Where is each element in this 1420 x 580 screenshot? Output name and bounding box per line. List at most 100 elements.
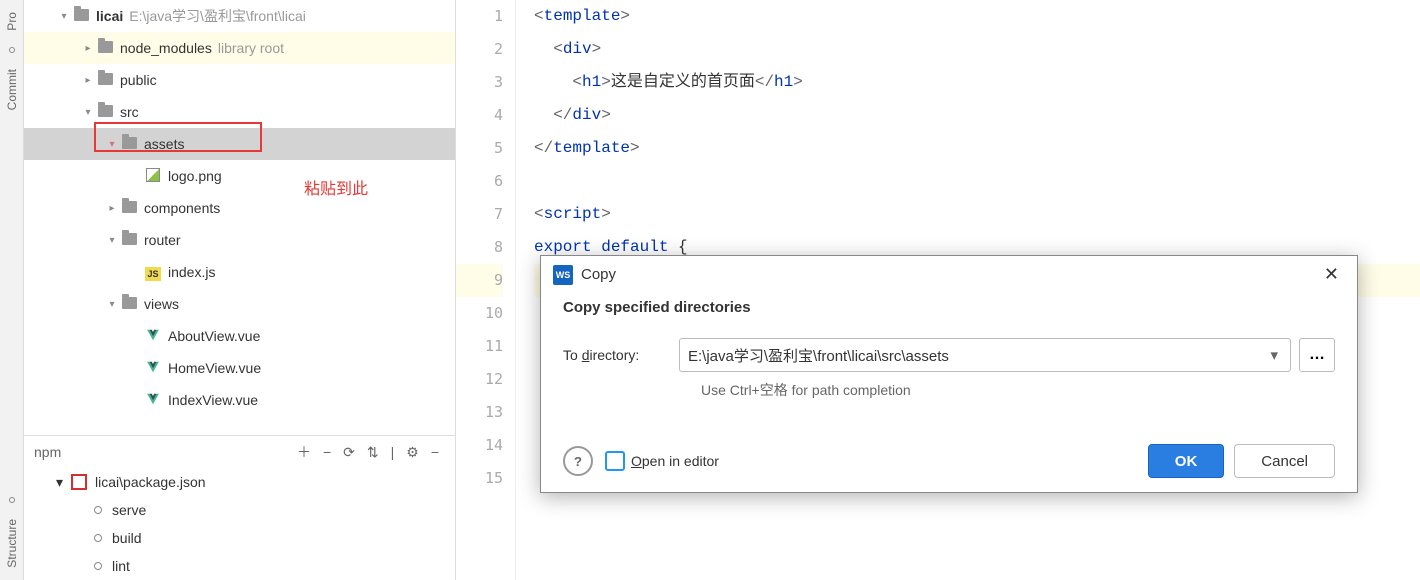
- dialog-titlebar: WS Copy ✕: [541, 256, 1357, 293]
- tree-label: public: [120, 72, 157, 88]
- to-directory-label: To directory:: [563, 347, 679, 363]
- directory-path-input[interactable]: E:\java学习\盈利宝\front\licai\src\assets ▾: [679, 338, 1291, 372]
- tree-views[interactable]: ▾ views: [24, 288, 455, 320]
- side-tool-rail: Pro Commit Structure: [0, 0, 24, 580]
- tree-index-js[interactable]: JS index.js: [24, 256, 455, 288]
- folder-icon: [98, 41, 113, 53]
- code-line: </div>: [534, 99, 1420, 132]
- separator: |: [391, 444, 395, 460]
- code-line: <template>: [534, 0, 1420, 33]
- path-value: E:\java学习\盈利宝\front\licai\src\assets: [688, 345, 949, 366]
- script-dot-icon: [94, 506, 102, 514]
- line-number: 5: [456, 132, 503, 165]
- vue-file-icon: [146, 392, 160, 406]
- tree-label: index.js: [168, 264, 215, 280]
- tree-root-licai[interactable]: ▾ licai E:\java学习\盈利宝\front\licai: [24, 0, 455, 32]
- tree-hint: library root: [218, 40, 284, 56]
- tree-label: logo.png: [168, 168, 222, 184]
- line-number: 15: [456, 462, 503, 495]
- tree-assets[interactable]: ▾ assets: [24, 128, 455, 160]
- line-number: 14: [456, 429, 503, 462]
- tree-index-view[interactable]: IndexView.vue: [24, 384, 455, 416]
- add-icon[interactable]: ＋: [297, 442, 311, 462]
- dialog-heading: Copy specified directories: [563, 299, 1335, 316]
- line-number: 12: [456, 363, 503, 396]
- line-number: 7: [456, 198, 503, 231]
- code-line: <script>: [534, 198, 1420, 231]
- code-line: <h1>这是自定义的首页面</h1>: [534, 66, 1420, 99]
- line-number: 13: [456, 396, 503, 429]
- chevron-down-icon[interactable]: ▾: [56, 11, 72, 22]
- tree-label: licai: [96, 8, 123, 24]
- collapse-icon[interactable]: −: [431, 444, 439, 460]
- project-tree[interactable]: ▾ licai E:\java学习\盈利宝\front\licai ▸ node…: [24, 0, 455, 435]
- code-line: </template>: [534, 132, 1420, 165]
- tree-logo-png[interactable]: logo.png: [24, 160, 455, 192]
- tree-components[interactable]: ▸ components: [24, 192, 455, 224]
- chevron-down-icon[interactable]: ▾: [56, 474, 63, 491]
- tree-about-view[interactable]: AboutView.vue: [24, 320, 455, 352]
- chevron-down-icon[interactable]: ▾: [104, 139, 120, 150]
- line-number: 4: [456, 99, 503, 132]
- chevron-down-icon[interactable]: ▾: [104, 299, 120, 310]
- npm-file-label: licai\package.json: [95, 474, 206, 490]
- folder-icon: [122, 201, 137, 213]
- folder-icon: [98, 105, 113, 117]
- cancel-button[interactable]: Cancel: [1234, 444, 1335, 478]
- open-in-editor-label[interactable]: Open in editor: [631, 453, 719, 469]
- tree-router[interactable]: ▾ router: [24, 224, 455, 256]
- tree-label: AboutView.vue: [168, 328, 260, 344]
- npm-script-label: build: [112, 530, 142, 546]
- line-number: 6: [456, 165, 503, 198]
- help-button[interactable]: ?: [563, 446, 593, 476]
- open-in-editor-checkbox[interactable]: [605, 451, 625, 471]
- npm-script-lint[interactable]: lint: [24, 552, 455, 580]
- rail-dot-icon: [9, 47, 15, 53]
- npm-script-build[interactable]: build: [24, 524, 455, 552]
- line-number: 11: [456, 330, 503, 363]
- line-number: 8: [456, 231, 503, 264]
- chevron-down-icon[interactable]: ▾: [80, 107, 96, 118]
- chevron-right-icon[interactable]: ▸: [80, 75, 96, 86]
- chevron-right-icon[interactable]: ▸: [104, 203, 120, 214]
- tree-public[interactable]: ▸ public: [24, 64, 455, 96]
- rail-project[interactable]: Pro: [5, 6, 19, 37]
- ok-button[interactable]: OK: [1148, 444, 1225, 478]
- npm-icon: [71, 474, 87, 490]
- line-number: 2: [456, 33, 503, 66]
- line-number: 1: [456, 0, 503, 33]
- filter-icon[interactable]: ⇅: [367, 444, 379, 461]
- tree-node-modules[interactable]: ▸ node_modules library root: [24, 32, 455, 64]
- tree-src[interactable]: ▾ src: [24, 96, 455, 128]
- remove-icon[interactable]: −: [323, 444, 331, 460]
- chevron-down-icon[interactable]: ▾: [104, 235, 120, 246]
- image-file-icon: [146, 168, 160, 182]
- npm-script-label: serve: [112, 502, 146, 518]
- copy-dialog: WS Copy ✕ Copy specified directories To …: [540, 255, 1358, 493]
- tree-label: router: [144, 232, 181, 248]
- refresh-icon[interactable]: ⟳: [343, 444, 355, 461]
- tree-path-hint: E:\java学习\盈利宝\front\licai: [129, 6, 306, 26]
- dialog-title-text: Copy: [581, 266, 616, 283]
- close-icon[interactable]: ✕: [1318, 264, 1345, 285]
- line-number: 3: [456, 66, 503, 99]
- folder-icon: [122, 233, 137, 245]
- script-dot-icon: [94, 562, 102, 570]
- rail-structure[interactable]: Structure: [5, 513, 19, 574]
- path-completion-hint: Use Ctrl+空格 for path completion: [701, 380, 1335, 400]
- npm-title: npm: [34, 444, 291, 460]
- rail-commit[interactable]: Commit: [5, 63, 19, 116]
- tree-label: assets: [144, 136, 184, 152]
- webstorm-icon: WS: [553, 265, 573, 285]
- tree-label: node_modules: [120, 40, 212, 56]
- chevron-right-icon[interactable]: ▸: [80, 43, 96, 54]
- tree-label: components: [144, 200, 220, 216]
- browse-button[interactable]: …: [1299, 338, 1335, 372]
- npm-script-serve[interactable]: serve: [24, 496, 455, 524]
- tree-home-view[interactable]: HomeView.vue: [24, 352, 455, 384]
- gear-icon[interactable]: ⚙: [406, 444, 419, 461]
- folder-icon: [122, 297, 137, 309]
- dropdown-icon[interactable]: ▾: [1266, 346, 1282, 364]
- script-dot-icon: [94, 534, 102, 542]
- npm-package-json[interactable]: ▾ licai\package.json: [24, 468, 455, 496]
